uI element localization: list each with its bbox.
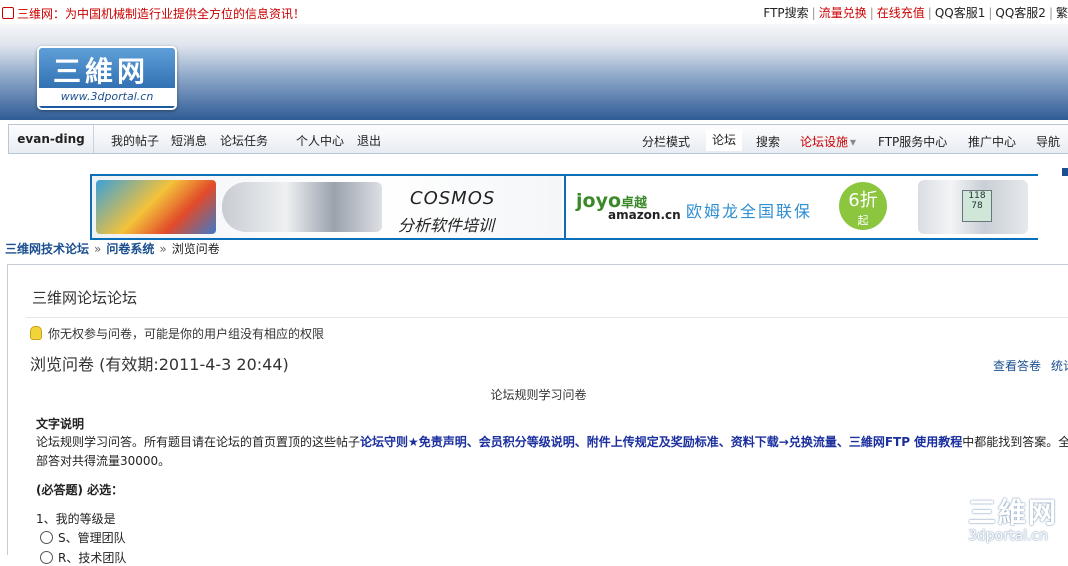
permission-notice-text: 你无权参与问卷，可能是你的用户组没有相应的权限 xyxy=(48,327,325,341)
qq-service-1-link[interactable]: QQ客服1 xyxy=(935,6,986,20)
breadcrumb-forum-home[interactable]: 三维网技术论坛 xyxy=(5,242,89,256)
watermark-text: 三維网 xyxy=(968,496,1059,529)
nav-profile[interactable]: 个人中心 xyxy=(296,132,344,149)
logo-text: 三維网 xyxy=(53,55,150,88)
option-label: R、技术团队 xyxy=(58,551,127,565)
nav-logout[interactable]: 退出 xyxy=(357,132,381,149)
nav-bar: evan-ding 我的帖子 短消息 论坛任务 个人中心 退出 分栏模式 论坛 … xyxy=(8,124,1068,154)
breadcrumb-survey-system[interactable]: 问卷系统 xyxy=(106,242,154,256)
statistics-link[interactable]: 统计 xyxy=(1051,359,1068,373)
nav-promotion-center[interactable]: 推广中心 xyxy=(968,133,1016,150)
username[interactable]: evan-ding xyxy=(9,125,94,153)
option-label: S、管理团队 xyxy=(58,531,126,545)
discount-suffix: 起 xyxy=(857,214,869,227)
cosmos-ad-title: COSMOS xyxy=(410,188,496,209)
joyo-slogan: 欧姆龙全国联保 xyxy=(686,202,813,221)
nav-column-mode[interactable]: 分栏模式 xyxy=(642,133,690,150)
cosmos-ad[interactable]: COSMOS 分析软件培训 xyxy=(92,176,562,238)
content-box: 三维网论坛论坛 你无权参与问卷，可能是你的用户组没有相应的权限 浏览问卷 (有效… xyxy=(7,264,1068,565)
site-notice-text: 三维网：为中国机械制造行业提供全方位的信息资讯！ xyxy=(17,7,306,21)
site-header: 三維网 www.3dportal.cn xyxy=(0,24,1068,120)
cosmos-ad-subtitle: 分析软件培训 xyxy=(398,216,495,235)
description-text: 论坛规则学习问答。所有题目请在论坛的首页置顶的这些帖子论坛守则★免责声明、会员积… xyxy=(36,433,1068,471)
nav-my-posts[interactable]: 我的帖子 xyxy=(111,132,159,149)
qq-service-2-link[interactable]: QQ客服2 xyxy=(995,6,1046,20)
view-answers-link[interactable]: 查看答卷 xyxy=(993,359,1041,373)
top-links: FTP搜索 | 流量兑换 | 在线充值 | QQ客服1 | QQ客服2 | 繁 xyxy=(763,6,1068,20)
option-s[interactable]: S、管理团队 xyxy=(40,529,126,546)
notice-icon xyxy=(2,7,14,19)
watermark-url: 3dportal.cn xyxy=(968,528,1048,544)
top-bar: 三维网：为中国机械制造行业提供全方位的信息资讯！ FTP搜索 | 流量兑换 | 在线充值… xyxy=(0,0,1068,24)
nav-forum-facilities[interactable]: 论坛设施 ▾ xyxy=(800,133,856,150)
forum-facilities-label: 论坛设施 xyxy=(800,135,849,149)
ad-banner: COSMOS 分析软件培训 joyo卓越 amazon.cn 欧姆龙全国联保 6… xyxy=(90,174,1038,240)
breadcrumb-separator: » xyxy=(159,242,167,256)
logo-url: www.3dportal.cn xyxy=(39,88,175,106)
radio-button[interactable] xyxy=(40,531,53,544)
site-logo[interactable]: 三維网 www.3dportal.cn xyxy=(37,46,177,110)
chevron-down-icon: ▾ xyxy=(850,135,857,149)
nav-ftp-center[interactable]: FTP服务中心 xyxy=(878,133,947,150)
ftp-search-link[interactable]: FTP搜索 xyxy=(763,6,808,20)
rules-links[interactable]: 论坛守则★免责声明、会员积分等级说明、附件上传规定及奖励标准、资料下载→兑换流量… xyxy=(360,435,962,449)
description-heading: 文字说明 xyxy=(36,417,85,431)
option-r[interactable]: R、技术团队 xyxy=(40,549,126,566)
survey-name: 论坛规则学习问卷 xyxy=(490,388,587,402)
nav-guide[interactable]: 导航 xyxy=(1036,133,1060,150)
nav-search[interactable]: 搜索 xyxy=(756,133,780,150)
site-watermark: 三維网 3dportal.cn xyxy=(968,498,1068,554)
breadcrumb-separator: » xyxy=(94,242,102,256)
divider xyxy=(26,317,1068,318)
monitor-screen: 118 78 xyxy=(962,190,992,222)
lightbulb-icon xyxy=(30,326,42,340)
mechanical-part-image xyxy=(222,182,382,232)
joyo-ad[interactable]: joyo卓越 amazon.cn 欧姆龙全国联保 6折起 118 78 xyxy=(564,176,1038,238)
description-intro: 论坛规则学习问答。所有题目请在论坛的首页置顶的这些帖子 xyxy=(36,435,361,449)
discount-badge: 6折起 xyxy=(839,182,887,230)
breadcrumb: 三维网技术论坛 » 问卷系统 » 浏览问卷 xyxy=(5,240,220,257)
simulation-image xyxy=(96,180,216,234)
sidebar-toggle-icon[interactable] xyxy=(1062,168,1068,176)
main-nav: evan-ding 我的帖子 短消息 论坛任务 个人中心 退出 分栏模式 论坛 … xyxy=(0,120,1068,156)
blood-pressure-monitor-image: 118 78 xyxy=(918,180,1028,234)
nav-messages[interactable]: 短消息 xyxy=(171,132,207,149)
discount-value: 6折 xyxy=(848,190,878,211)
survey-title: 浏览问卷 (有效期:2011-4-3 20:44) xyxy=(30,355,289,374)
radio-button[interactable] xyxy=(40,551,53,564)
survey-actions: 查看答卷统计 xyxy=(993,357,1068,374)
nav-forum-tasks[interactable]: 论坛任务 xyxy=(220,132,268,149)
amazon-label: amazon.cn xyxy=(608,208,681,222)
site-notice[interactable]: 三维网：为中国机械制造行业提供全方位的信息资讯！ xyxy=(2,5,305,22)
breadcrumb-current: 浏览问卷 xyxy=(171,242,220,256)
traditional-chinese-link[interactable]: 繁 xyxy=(1056,6,1068,20)
permission-notice: 你无权参与问卷，可能是你的用户组没有相应的权限 xyxy=(30,325,324,342)
box-title: 三维网论坛论坛 xyxy=(32,289,138,307)
nav-forum[interactable]: 论坛 xyxy=(706,129,743,151)
required-label: (必答题) 必选： xyxy=(36,483,124,497)
question-1: 1、我的等级是 xyxy=(36,512,116,526)
online-recharge-link[interactable]: 在线充值 xyxy=(877,6,925,20)
traffic-exchange-link[interactable]: 流量兑换 xyxy=(819,6,867,20)
